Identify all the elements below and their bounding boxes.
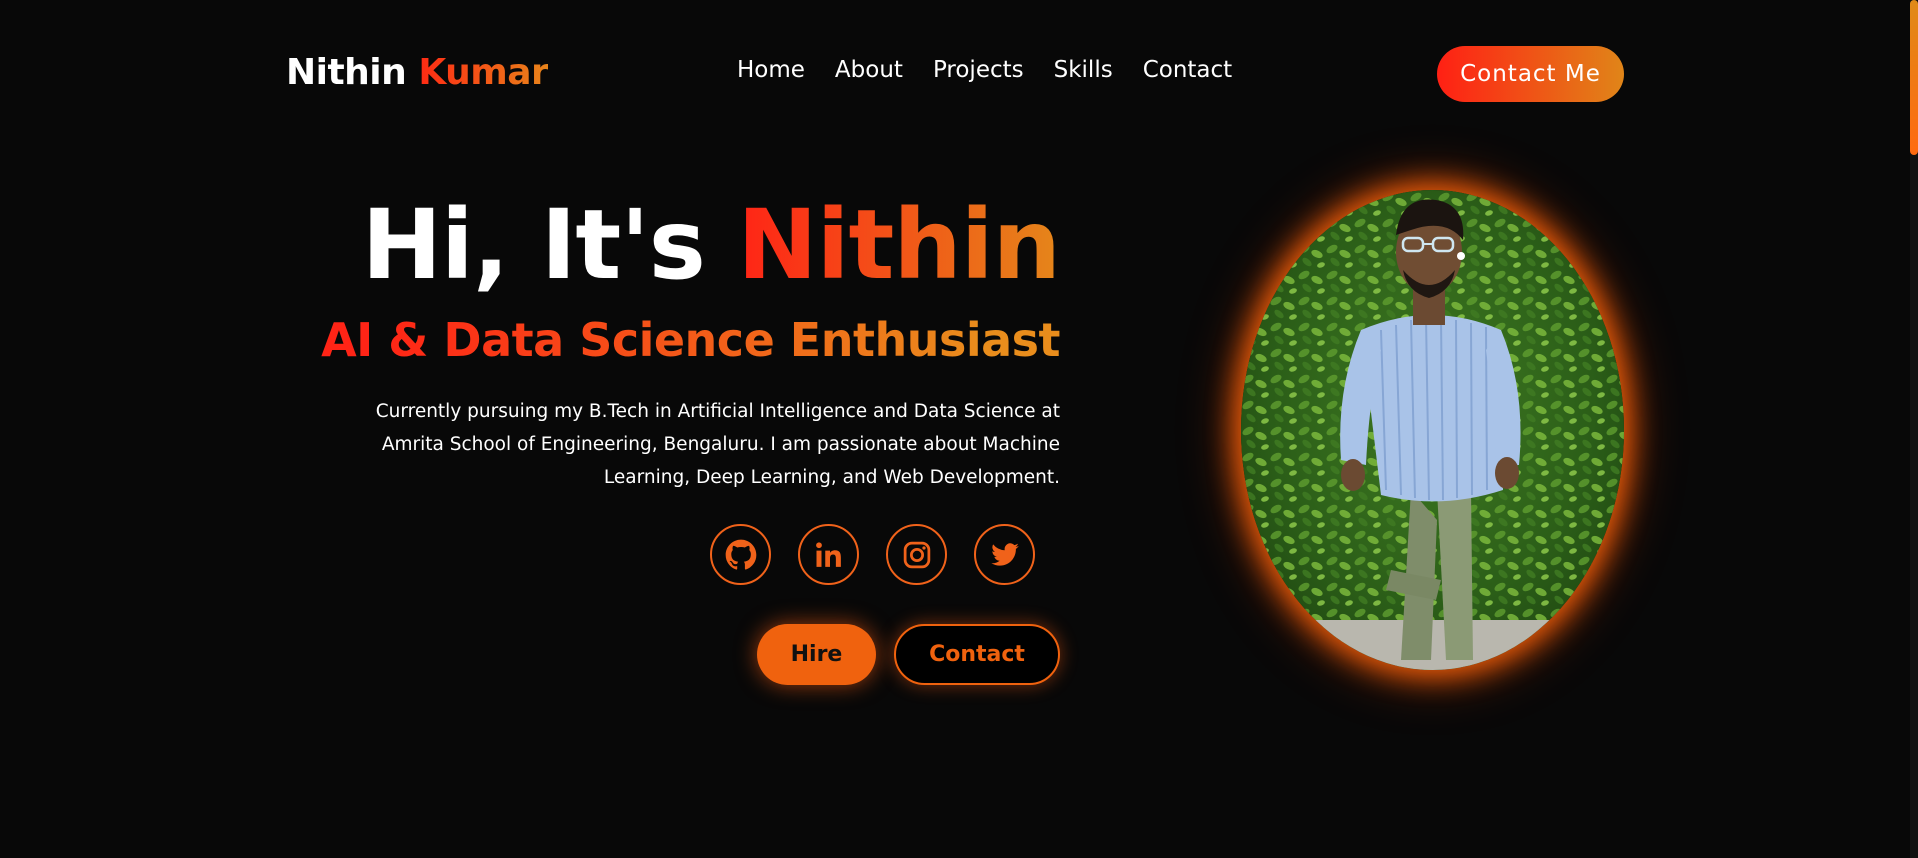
github-link[interactable]	[710, 524, 771, 585]
hero-subtitle: AI & Data Science Enthusiast	[300, 310, 1060, 370]
nav-projects[interactable]: Projects	[933, 57, 1024, 83]
hero-name: Nithin	[737, 189, 1061, 301]
nav-skills[interactable]: Skills	[1054, 57, 1113, 83]
contact-button[interactable]: Contact	[894, 624, 1060, 685]
linkedin-icon	[815, 541, 841, 567]
logo-last-name: Kumar	[418, 52, 549, 93]
hero-greeting: Hi, It's	[361, 189, 706, 301]
portfolio-page: Nithin Kumar Home About Projects Skills …	[0, 0, 1918, 858]
hero-description: Currently pursuing my B.Tech in Artifici…	[375, 401, 1060, 488]
twitter-link[interactable]	[974, 524, 1035, 585]
scrollbar-thumb[interactable]	[1910, 0, 1918, 155]
instagram-link[interactable]	[886, 524, 947, 585]
page-scrollbar[interactable]	[1910, 0, 1918, 858]
hero-title: Hi, It's Nithin	[300, 189, 1061, 301]
nav-about[interactable]: About	[835, 57, 903, 83]
contact-me-button[interactable]: Contact Me	[1437, 46, 1624, 102]
logo-first-name: Nithin	[286, 52, 407, 93]
profile-photo	[1241, 190, 1624, 670]
nav-contact[interactable]: Contact	[1143, 57, 1232, 83]
twitter-icon	[990, 542, 1019, 566]
hero-section: Hi, It's Nithin AI & Data Science Enthus…	[300, 189, 1061, 494]
github-icon	[725, 539, 756, 570]
linkedin-link[interactable]	[798, 524, 859, 585]
social-links	[710, 524, 1035, 585]
hire-button[interactable]: Hire	[757, 624, 876, 685]
site-logo[interactable]: Nithin Kumar	[286, 52, 549, 93]
main-nav: Home About Projects Skills Contact	[737, 57, 1232, 83]
instagram-icon	[903, 541, 930, 568]
profile-photo-illustration	[1241, 190, 1624, 670]
nav-home[interactable]: Home	[737, 57, 805, 83]
